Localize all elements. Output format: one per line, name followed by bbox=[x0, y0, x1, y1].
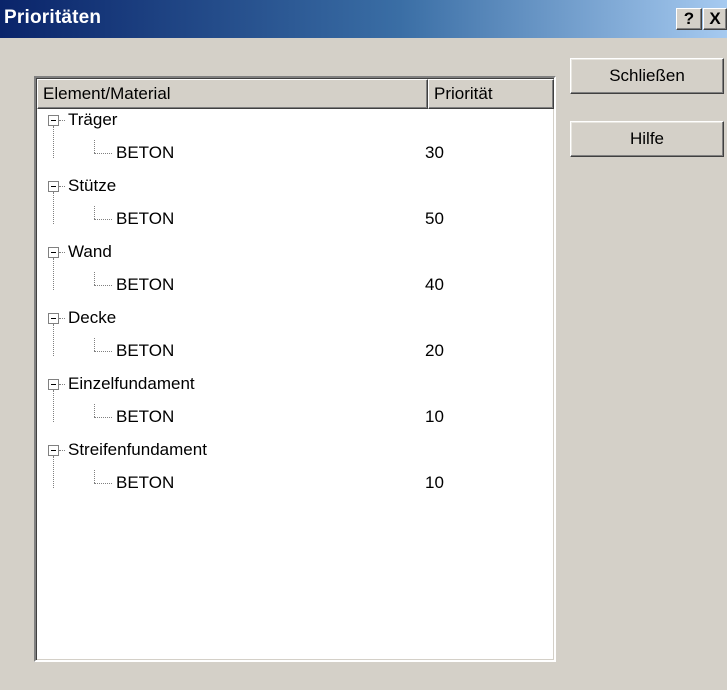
element-label: Decke bbox=[68, 308, 117, 327]
material-label: BETON bbox=[116, 341, 175, 360]
priority-value: 40 bbox=[425, 275, 444, 294]
element-label: Träger bbox=[68, 110, 118, 129]
tree-item-element[interactable]: Wand bbox=[36, 237, 554, 267]
priority-value: 30 bbox=[425, 143, 444, 162]
close-button[interactable]: Schließen bbox=[570, 58, 724, 94]
tree-connector bbox=[59, 318, 65, 319]
collapse-icon[interactable] bbox=[48, 181, 59, 192]
material-label: BETON bbox=[116, 143, 175, 162]
priority-value: 10 bbox=[425, 473, 444, 492]
collapse-icon[interactable] bbox=[48, 313, 59, 324]
tree-connector bbox=[94, 219, 112, 220]
tree-item-material[interactable]: BETON 30 bbox=[36, 138, 554, 168]
tree-connector bbox=[94, 470, 95, 483]
tree-item-material[interactable]: BETON 10 bbox=[36, 468, 554, 498]
tree-area: Träger BETON 30 Stütze BETON 50 Wand BETON 40 Dec… bbox=[36, 110, 554, 660]
element-label: Wand bbox=[68, 242, 112, 261]
tree-item-material[interactable]: BETON 10 bbox=[36, 402, 554, 432]
tree-connector bbox=[94, 272, 95, 285]
tree-connector bbox=[94, 351, 112, 352]
element-label: Stütze bbox=[68, 176, 117, 195]
tree-connector bbox=[59, 450, 65, 451]
priorities-dialog: Prioritäten ? X Element/Material Priorit… bbox=[0, 0, 727, 690]
tree-connector bbox=[94, 404, 95, 417]
tree-connector bbox=[94, 153, 112, 154]
tree-connector bbox=[59, 384, 65, 385]
tree-connector bbox=[94, 483, 112, 484]
tree-connector bbox=[94, 206, 95, 219]
window-title: Prioritäten bbox=[4, 7, 102, 28]
tree-item-element[interactable]: Träger bbox=[36, 105, 554, 135]
tree-item-element[interactable]: Streifenfundament bbox=[36, 435, 554, 465]
tree-connector bbox=[94, 338, 95, 351]
tree-item-element[interactable]: Stütze bbox=[36, 171, 554, 201]
tree-item-material[interactable]: BETON 20 bbox=[36, 336, 554, 366]
material-label: BETON bbox=[116, 407, 175, 426]
element-label: Streifenfundament bbox=[68, 440, 207, 459]
priority-value: 50 bbox=[425, 209, 444, 228]
material-label: BETON bbox=[116, 275, 175, 294]
collapse-icon[interactable] bbox=[48, 115, 59, 126]
element-label: Einzelfundament bbox=[68, 374, 195, 393]
title-bar[interactable]: Prioritäten ? X bbox=[0, 0, 727, 38]
priority-list[interactable]: Element/Material Priorität Träger BETON 30… bbox=[34, 76, 556, 662]
tree-item-material[interactable]: BETON 50 bbox=[36, 204, 554, 234]
tree-connector bbox=[94, 285, 112, 286]
collapse-icon[interactable] bbox=[48, 379, 59, 390]
help-question-icon[interactable]: ? bbox=[676, 8, 702, 30]
priority-value: 10 bbox=[425, 407, 444, 426]
priority-value: 20 bbox=[425, 341, 444, 360]
material-label: BETON bbox=[116, 209, 175, 228]
tree-item-material[interactable]: BETON 40 bbox=[36, 270, 554, 300]
collapse-icon[interactable] bbox=[48, 247, 59, 258]
tree-item-element[interactable]: Decke bbox=[36, 303, 554, 333]
tree-connector bbox=[94, 140, 95, 153]
close-icon[interactable]: X bbox=[703, 8, 727, 30]
tree-connector bbox=[94, 417, 112, 418]
collapse-icon[interactable] bbox=[48, 445, 59, 456]
tree-connector bbox=[59, 252, 65, 253]
tree-connector bbox=[59, 186, 65, 187]
tree-item-element[interactable]: Einzelfundament bbox=[36, 369, 554, 399]
tree-connector bbox=[59, 120, 65, 121]
help-button[interactable]: Hilfe bbox=[570, 121, 724, 157]
material-label: BETON bbox=[116, 473, 175, 492]
